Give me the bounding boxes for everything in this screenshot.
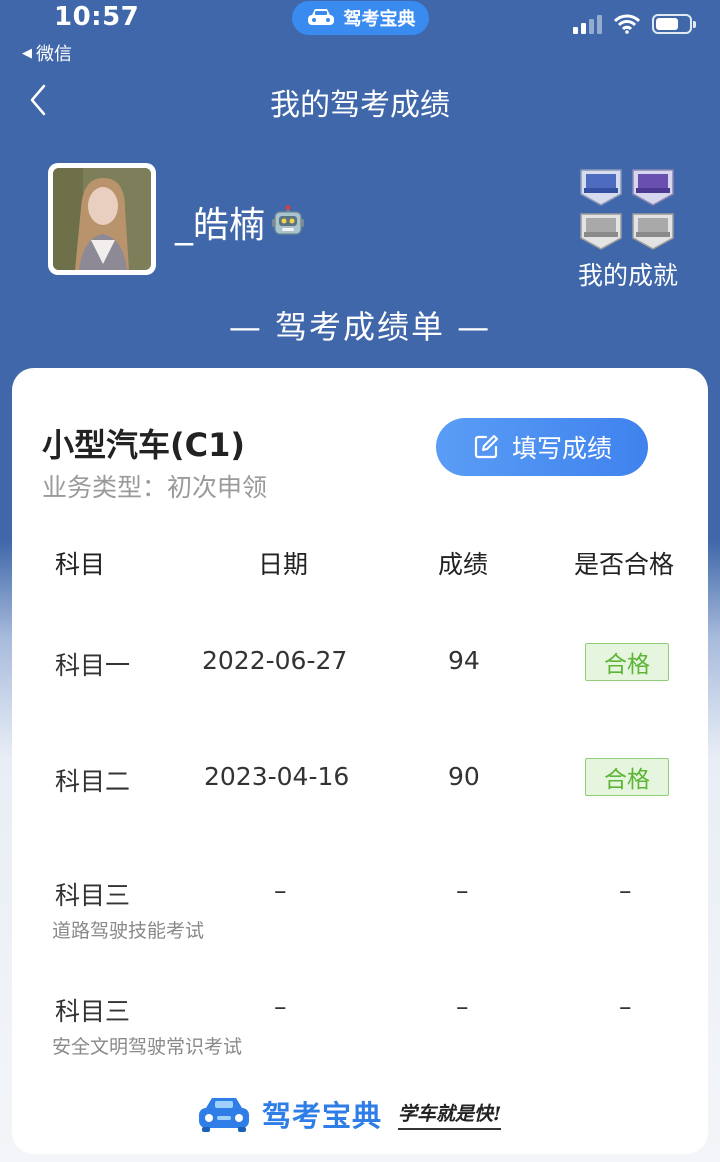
row4-subject: 科目三	[55, 997, 131, 1026]
header-date: 日期	[258, 550, 309, 579]
row3-date: –	[274, 876, 287, 905]
fill-score-label: 填写成绩	[511, 434, 612, 463]
edit-icon	[474, 435, 498, 459]
avatar[interactable]	[48, 163, 156, 275]
header-passed: 是否合格	[574, 550, 675, 579]
row3-result: –	[619, 876, 632, 905]
business-type-label: 业务类型：初次申领	[42, 473, 268, 502]
row1-date: 2022-06-27	[202, 646, 348, 675]
row2-pass-badge: 合格	[585, 758, 669, 796]
badge-1	[580, 169, 622, 206]
section-title: — 驾考成绩单 —	[228, 308, 492, 346]
back-triangle-icon: ◀	[22, 45, 32, 61]
row4-score: –	[456, 992, 469, 1021]
row3-subject: 科目三	[55, 881, 131, 910]
status-icons	[573, 14, 696, 34]
app-indicator-pill[interactable]: 驾考宝典	[292, 1, 429, 35]
username: _皓楠	[175, 196, 305, 248]
footer-brand-bar: 驾考宝典 学车就是快!	[196, 1093, 502, 1135]
achievements-label[interactable]: 我的成就	[560, 256, 696, 292]
page-title: 我的驾考成绩	[270, 88, 450, 123]
car-logo-icon	[199, 1098, 249, 1132]
badge-2	[632, 169, 674, 206]
row1-score: 94	[448, 646, 480, 675]
row2-date: 2023-04-16	[204, 762, 350, 791]
cellular-signal-icon	[573, 14, 602, 34]
row1-pass-badge: 合格	[585, 643, 669, 681]
car-icon	[307, 9, 334, 25]
achievement-badges-icon[interactable]	[578, 164, 678, 254]
app-pill-label: 驾考宝典	[343, 9, 416, 30]
row4-result: –	[619, 992, 632, 1021]
badge-3	[580, 213, 622, 250]
status-time: 10:57	[54, 2, 140, 32]
row4-subtitle: 安全文明驾驶常识考试	[52, 1036, 243, 1058]
robot-icon	[272, 205, 305, 235]
wifi-icon	[614, 14, 640, 34]
row3-subtitle: 道路驾驶技能考试	[52, 920, 205, 942]
footer-slogan: 学车就是快!	[398, 1099, 502, 1130]
footer-brand-text: 驾考宝典	[262, 1099, 383, 1133]
fill-score-button[interactable]: 填写成绩	[436, 418, 648, 476]
back-app-label: 微信	[36, 44, 72, 65]
row2-subject: 科目二	[55, 767, 131, 796]
header-subject: 科目	[55, 550, 106, 579]
car-type-label: 小型汽车(C1)	[42, 426, 246, 464]
badge-4	[632, 213, 674, 250]
row1-subject: 科目一	[55, 651, 131, 680]
row4-date: –	[274, 992, 287, 1021]
avatar-photo	[53, 168, 151, 270]
row3-score: –	[456, 876, 469, 905]
battery-icon	[652, 14, 696, 34]
row2-score: 90	[448, 762, 480, 791]
header-score: 成绩	[438, 550, 489, 579]
back-to-wechat-link[interactable]: ◀ 微信	[22, 40, 72, 66]
username-text: _皓楠	[175, 205, 266, 246]
